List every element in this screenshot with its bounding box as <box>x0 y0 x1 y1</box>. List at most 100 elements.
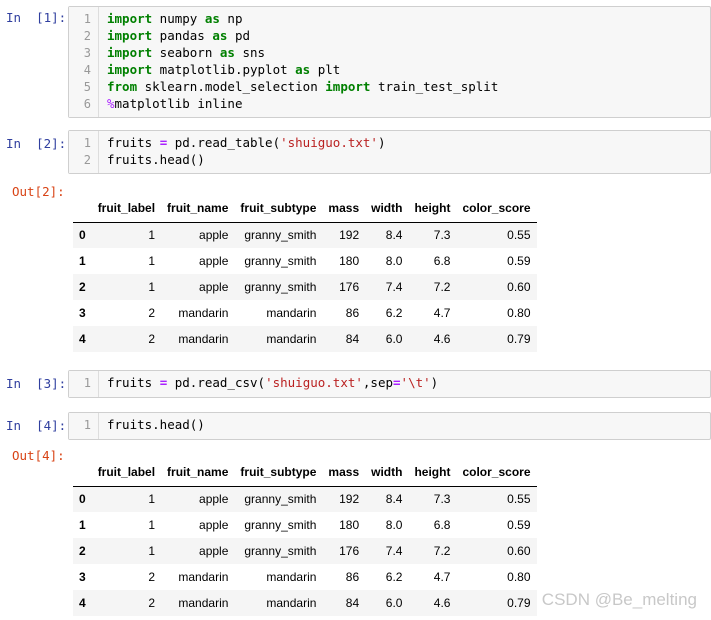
code-token: fruits <box>107 135 160 150</box>
code-token: sns <box>234 45 266 60</box>
column-header <box>73 458 92 487</box>
code-token: matplotlib.pyplot <box>152 62 296 77</box>
table-cell: mandarin <box>178 306 229 320</box>
line-number: 2 <box>83 29 91 43</box>
line-number: 1 <box>83 12 91 26</box>
code-token: % <box>107 96 115 111</box>
table-header-row: fruit_label fruit_name fruit_subtype mass wi… <box>73 194 537 223</box>
code-token: ) <box>430 375 439 390</box>
code-line[interactable]: fruits = pd.read_csv('shuiguo.txt',sep='… <box>107 375 438 390</box>
code-cell-2[interactable]: In [2]: 12 fruits = pd.read_table('shuig… <box>0 130 711 174</box>
watermark: CSDN @Be_melting <box>541 590 697 609</box>
table-cell: 2 <box>148 570 156 584</box>
dataframe-table: fruit_label fruit_name fruit_subtype mass wi… <box>73 458 537 616</box>
table-cell: 0.80 <box>507 306 531 320</box>
code-line[interactable]: import pandas as pd <box>107 28 250 43</box>
table-cell: 4.7 <box>433 570 451 584</box>
row-index: 1 <box>79 254 86 268</box>
table-cell: 7.2 <box>433 280 451 294</box>
table-cell: 2 <box>148 596 156 610</box>
code-cell-1[interactable]: In [1]: 123456 import numpy as np import … <box>0 6 711 118</box>
table-cell: 0.59 <box>507 518 531 532</box>
table-cell: 86 <box>345 570 360 584</box>
line-number: 6 <box>83 97 91 111</box>
input-prompt: In [3]: <box>6 376 67 391</box>
code-line[interactable]: import matplotlib.pyplot as plt <box>107 62 340 77</box>
line-number: 1 <box>83 136 91 150</box>
line-number-gutter: 1 <box>69 371 99 397</box>
line-number: 5 <box>83 80 91 94</box>
column-header: fruit_subtype <box>234 194 323 223</box>
code-token: as <box>219 45 235 60</box>
code-cell-4[interactable]: In [4]: 1 fruits.head() <box>0 412 711 440</box>
code-token: as <box>212 28 228 43</box>
code-token: ) <box>377 135 386 150</box>
row-index: 4 <box>79 596 86 610</box>
table-cell: mandarin <box>178 332 229 346</box>
table-row: 0 1 apple granny_smith 192 8.4 7.3 0.55 <box>73 222 537 248</box>
table-cell: granny_smith <box>244 228 317 243</box>
code-editor[interactable]: 1 fruits.head() <box>68 412 711 440</box>
code-line[interactable]: import seaborn as sns <box>107 45 265 60</box>
code-line[interactable]: fruits.head() <box>107 152 205 167</box>
code-line[interactable]: fruits.head() <box>107 417 205 432</box>
table-cell: 84 <box>345 332 360 346</box>
table-cell: 0.60 <box>507 544 531 558</box>
code-token: pd.read_csv( <box>167 375 266 390</box>
table-row: 1 1 apple granny_smith 180 8.0 6.8 0.59 <box>73 248 537 274</box>
dataframe-table: fruit_label fruit_name fruit_subtype mass wi… <box>73 194 537 352</box>
line-number: 1 <box>83 376 91 390</box>
table-cell: apple <box>199 492 229 507</box>
line-number: 3 <box>83 46 91 60</box>
column-header: fruit_name <box>161 194 235 223</box>
column-header: fruit_name <box>161 458 235 487</box>
table-cell: 0.60 <box>507 280 531 294</box>
column-header: fruit_label <box>91 194 162 223</box>
code-editor[interactable]: 123456 import numpy as np import pandas a… <box>68 6 711 118</box>
table-cell: granny_smith <box>244 518 317 532</box>
table-cell: mandarin <box>178 596 229 610</box>
code-token: import <box>325 79 371 94</box>
table-cell: 4.6 <box>433 332 451 346</box>
table-cell: 0.80 <box>507 570 531 584</box>
column-header: fruit_subtype <box>234 458 323 487</box>
code-line[interactable]: %matplotlib inline <box>107 96 242 111</box>
code-token: '\t' <box>400 375 431 390</box>
table-cell: 6.2 <box>385 570 403 584</box>
code-token: pandas <box>152 28 213 43</box>
code-token: sklearn.model_selection <box>137 79 326 94</box>
code-token: = <box>393 375 401 390</box>
code-token: import <box>107 62 153 77</box>
table-cell: 1 <box>148 518 156 532</box>
table-cell: granny_smith <box>244 254 317 268</box>
output-prompt: Out[4]: <box>12 448 65 463</box>
code-token: plt <box>310 62 341 77</box>
table-cell: 7.4 <box>385 280 403 294</box>
table-cell: apple <box>199 228 229 243</box>
column-header: color_score <box>456 194 537 223</box>
table-header-row: fruit_label fruit_name fruit_subtype mass wi… <box>73 458 537 487</box>
table-cell: mandarin <box>266 332 317 346</box>
table-cell: 0.79 <box>507 332 531 346</box>
code-line[interactable]: import numpy as np <box>107 11 242 26</box>
code-token: fruits.head() <box>107 152 205 167</box>
row-index: 4 <box>79 332 86 346</box>
code-token: fruits <box>107 375 160 390</box>
code-line[interactable]: fruits = pd.read_table('shuiguo.txt') <box>107 135 385 150</box>
table-cell: 86 <box>345 306 360 320</box>
table-cell: 7.3 <box>433 228 451 243</box>
line-number-gutter: 1 <box>69 413 99 439</box>
line-number: 2 <box>83 153 91 167</box>
column-header: width <box>365 194 409 223</box>
code-token: as <box>204 11 220 26</box>
line-number-gutter: 12 <box>69 131 99 173</box>
code-cell-3[interactable]: In [3]: 1 fruits = pd.read_csv('shuiguo.… <box>0 370 711 398</box>
table-cell: mandarin <box>266 596 317 610</box>
code-line[interactable]: from sklearn.model_selection import trai… <box>107 79 498 94</box>
table-cell: 4.7 <box>433 306 451 320</box>
code-editor[interactable]: 12 fruits = pd.read_table('shuiguo.txt')… <box>68 130 711 174</box>
table-row: 4 2 mandarin mandarin 84 6.0 4.6 0.79 <box>73 590 537 616</box>
column-header: mass <box>322 194 366 223</box>
table-cell: 1 <box>148 280 156 294</box>
code-editor[interactable]: 1 fruits = pd.read_csv('shuiguo.txt',sep… <box>68 370 711 398</box>
